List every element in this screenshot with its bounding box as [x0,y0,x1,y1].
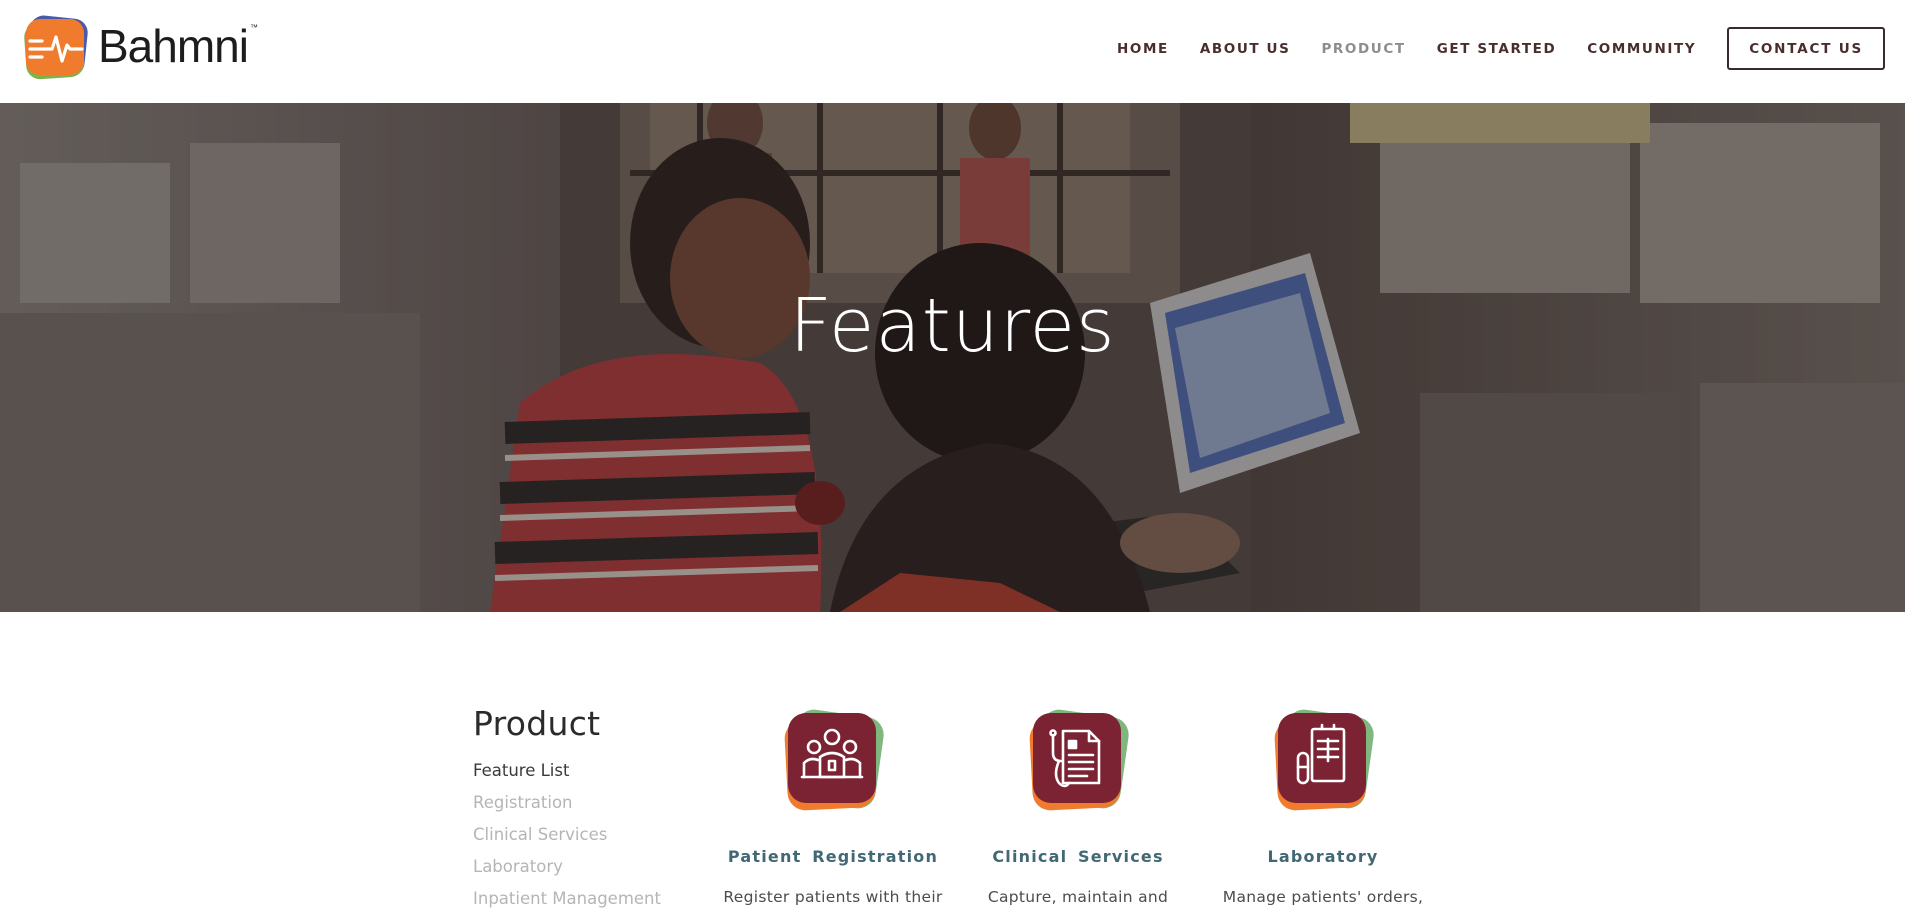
nav-item-community[interactable]: COMMUNITY [1587,41,1696,57]
nav-item-home[interactable]: HOME [1117,41,1169,57]
feature-title: Patient Registration [727,847,939,866]
feature-description: Manage patients' orders, [1222,888,1424,906]
sidebar-links: Feature List Registration Clinical Servi… [473,755,661,911]
sidebar-link-clinical-services[interactable]: Clinical Services [473,819,661,851]
feature-card-patient-registration[interactable]: Patient Registration Register patients w… [713,705,953,906]
bahmni-logo[interactable]: Bahmni ™ [22,13,258,83]
stethoscope-document-icon [1023,705,1133,815]
feature-card-clinical-services[interactable]: Clinical Services Capture, maintain and [958,705,1198,906]
lab-report-icon [1268,705,1378,815]
sidebar-title: Product [473,704,601,743]
main-nav: HOME ABOUT US PRODUCT GET STARTED COMMUN… [1086,27,1885,70]
feature-title: Laboratory [1267,847,1379,866]
brand-name: Bahmni ™ [98,20,258,72]
feature-card-laboratory[interactable]: Laboratory Manage patients' orders, [1203,705,1443,906]
feature-description: Capture, maintain and [987,888,1169,906]
nav-item-get-started[interactable]: GET STARTED [1437,41,1557,57]
feature-title: Clinical Services [992,847,1164,866]
trademark-mark: ™ [249,23,258,32]
hero-banner: Features [0,103,1905,612]
bahmni-logo-icon [22,13,92,83]
nav-item-product[interactable]: PRODUCT [1321,41,1405,57]
page-title: Features [789,283,1116,369]
sidebar-link-registration[interactable]: Registration [473,787,661,819]
feature-description: Register patients with their [723,888,943,906]
sidebar-link-feature-list[interactable]: Feature List [473,755,661,787]
nav-item-about-us[interactable]: ABOUT US [1200,41,1291,57]
site-header: Bahmni ™ HOME ABOUT US PRODUCT GET STARTE… [0,0,1905,103]
sidebar-link-laboratory[interactable]: Laboratory [473,851,661,883]
sidebar-link-inpatient-management[interactable]: Inpatient Management [473,883,661,911]
patients-group-icon [778,705,888,815]
product-sidebar: Product Feature List Registration Clinic… [473,704,661,911]
contact-us-button[interactable]: CONTACT US [1727,27,1885,70]
